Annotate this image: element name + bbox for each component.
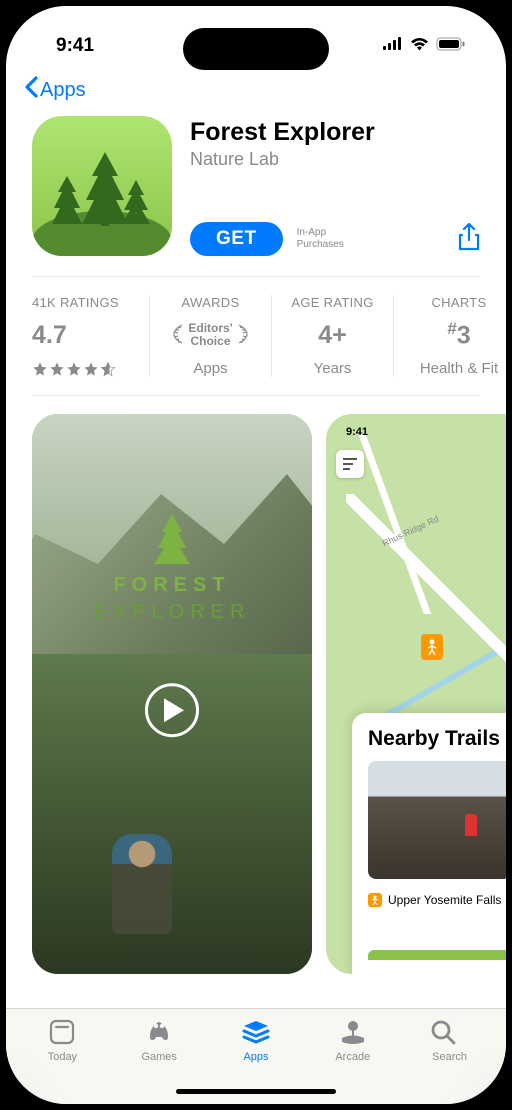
meta-charts[interactable]: CHARTS #3 Health & Fit [394, 295, 506, 377]
arcade-icon [338, 1017, 368, 1047]
meta-charts-category: Health & Fit [420, 360, 498, 377]
laurel-right-icon [237, 323, 249, 348]
app-header: Forest Explorer Nature Lab GET In-App Pu… [6, 108, 506, 276]
play-icon [164, 698, 184, 722]
app-subtitle[interactable]: Nature Lab [190, 149, 480, 170]
tab-label: Apps [243, 1051, 268, 1063]
chevron-left-icon [24, 76, 38, 104]
tab-search[interactable]: Search [410, 1017, 490, 1104]
home-indicator[interactable] [176, 1089, 336, 1094]
meta-age-value: 4+ [318, 321, 347, 350]
meta-ratings-label: 41K RATINGS [32, 295, 119, 310]
meta-ratings[interactable]: 41K RATINGS 4.7 [32, 295, 150, 377]
meta-age-unit: Years [314, 360, 352, 377]
map-marker-icon [421, 634, 443, 660]
tab-today[interactable]: Today [22, 1017, 102, 1104]
header-actions: GET In-App Purchases [190, 222, 480, 256]
dynamic-island [183, 28, 329, 70]
get-button[interactable]: GET [190, 222, 283, 256]
play-button[interactable] [145, 683, 199, 737]
tab-label: Today [48, 1051, 77, 1063]
iap-notice: In-App Purchases [297, 227, 444, 251]
back-label: Apps [40, 79, 86, 102]
meta-charts-label: CHARTS [431, 295, 486, 310]
meta-ratings-stars [32, 361, 116, 377]
tab-label: Search [432, 1051, 467, 1063]
laurel-left-icon [172, 323, 184, 348]
tree-icon [154, 514, 190, 571]
app-title: Forest Explorer [190, 118, 480, 147]
meta-awards[interactable]: AWARDS Editors' Choice Apps [150, 295, 272, 377]
preview-carousel[interactable]: FOREST EXPLORER 9:41 Rhus Ridge Rd Nearb… [6, 396, 506, 974]
cellular-icon [383, 37, 403, 55]
meta-ratings-value: 4.7 [32, 321, 67, 350]
trails-card-title: Nearby Trails [368, 727, 506, 751]
meta-awards-value: Editors' Choice [172, 322, 248, 348]
trail-name: Upper Yosemite Falls [388, 893, 506, 907]
trails-card: Nearby Trails Upper Yosemite Falls Dista… [352, 713, 506, 974]
action-bar [368, 950, 506, 960]
expand-search-link: Expand Search [368, 926, 506, 940]
preview-title: FOREST EXPLORER [32, 574, 312, 624]
back-button[interactable]: Apps [6, 66, 506, 108]
meta-awards-label: AWARDS [182, 295, 240, 310]
meta-charts-value: #3 [447, 319, 470, 350]
preview-screenshot-1[interactable]: 9:41 Rhus Ridge Rd Nearby Trails [326, 414, 506, 974]
menu-icon [343, 458, 357, 470]
wifi-icon [410, 37, 429, 56]
app-info: Forest Explorer Nature Lab GET In-App Pu… [190, 116, 480, 256]
hiker-icon [368, 893, 382, 907]
apps-icon [241, 1017, 271, 1047]
tab-label: Arcade [335, 1051, 370, 1063]
map-menu-button [336, 450, 364, 478]
meta-age-label: AGE RATING [291, 295, 373, 310]
battery-icon [436, 37, 466, 56]
share-button[interactable] [458, 223, 480, 256]
preview-status-time: 9:41 [346, 426, 368, 438]
status-time: 9:41 [56, 35, 94, 57]
today-icon [47, 1017, 77, 1047]
app-icon[interactable] [32, 116, 172, 256]
trail-photo [368, 761, 506, 879]
games-icon [144, 1017, 174, 1047]
search-icon [435, 1017, 465, 1047]
app-meta-row[interactable]: 41K RATINGS 4.7 AWARDS Editors' Choice A… [6, 277, 506, 395]
preview-video[interactable]: FOREST EXPLORER [32, 414, 312, 974]
trail-row: Upper Yosemite Falls Distance 14.2M [368, 887, 506, 912]
status-indicators [383, 37, 466, 56]
tab-label: Games [141, 1051, 176, 1063]
meta-awards-category: Apps [193, 360, 227, 377]
meta-age[interactable]: AGE RATING 4+ Years [272, 295, 394, 377]
device-frame: 9:41 Apps Forest Explorer [6, 6, 506, 1104]
